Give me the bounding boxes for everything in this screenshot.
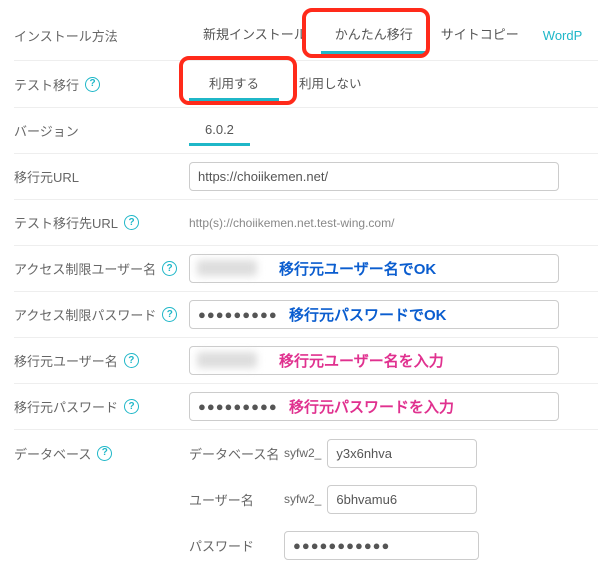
- field-src-pass: 移行元パスワードを入力: [189, 392, 598, 421]
- tab-easy-migrate[interactable]: かんたん移行: [321, 16, 427, 54]
- help-icon[interactable]: ?: [162, 261, 177, 276]
- field-install-method: 新規インストール かんたん移行 サイトコピー WordP: [189, 16, 598, 54]
- label-access-user: アクセス制限ユーザー名 ?: [14, 259, 189, 278]
- help-icon[interactable]: ?: [162, 307, 177, 322]
- help-icon[interactable]: ?: [85, 77, 100, 92]
- annotation-access-user: 移行元ユーザー名でOK: [279, 258, 436, 279]
- label-source-url: 移行元URL: [14, 167, 189, 186]
- help-icon[interactable]: ?: [124, 399, 139, 414]
- row-src-user: 移行元ユーザー名 ? 移行元ユーザー名を入力: [14, 338, 598, 384]
- tab-new-install[interactable]: 新規インストール: [189, 16, 321, 54]
- field-src-user: 移行元ユーザー名を入力: [189, 346, 598, 375]
- row-access-pass: アクセス制限パスワード ? 移行元パスワードでOK: [14, 292, 598, 338]
- row-db-pass: パスワード: [14, 522, 598, 568]
- source-url-input[interactable]: [189, 162, 559, 191]
- field-db-pass: パスワード: [189, 531, 598, 560]
- label-text: 移行元ユーザー名: [14, 351, 118, 370]
- test-dest-url-value: http(s)://choiikemen.net.test-wing.com/: [189, 216, 394, 230]
- label-text: インストール方法: [14, 26, 118, 45]
- blurred-value: [197, 352, 257, 368]
- label-install-method: インストール方法: [14, 26, 189, 45]
- annotation-src-user: 移行元ユーザー名を入力: [279, 350, 444, 371]
- label-text: 移行元URL: [14, 167, 79, 186]
- wordpress-link[interactable]: WordP: [543, 28, 583, 43]
- label-text: テスト移行: [14, 75, 79, 94]
- row-access-user: アクセス制限ユーザー名 ? 移行元ユーザー名でOK: [14, 246, 598, 292]
- annotation-access-pass: 移行元パスワードでOK: [289, 304, 447, 325]
- field-access-pass: 移行元パスワードでOK: [189, 300, 598, 329]
- field-access-user: 移行元ユーザー名でOK: [189, 254, 598, 283]
- help-icon[interactable]: ?: [124, 353, 139, 368]
- version-value: 6.0.2: [189, 116, 250, 146]
- db-pass-input[interactable]: [284, 531, 479, 560]
- field-version: 6.0.2: [189, 116, 598, 146]
- help-icon[interactable]: ?: [97, 446, 112, 461]
- label-text: データベース: [14, 444, 91, 463]
- label-src-pass: 移行元パスワード ?: [14, 397, 189, 416]
- field-db-user: ユーザー名 syfw2_: [189, 485, 598, 514]
- row-db-name: データベース ? データベース名 syfw2_: [14, 430, 598, 476]
- option-not-use[interactable]: 利用しない: [279, 67, 382, 101]
- row-source-url: 移行元URL: [14, 154, 598, 200]
- row-test-migration: テスト移行 ? 利用する 利用しない: [14, 61, 598, 108]
- label-text: アクセス制限ユーザー名: [14, 259, 156, 278]
- label-src-user: 移行元ユーザー名 ?: [14, 351, 189, 370]
- row-src-pass: 移行元パスワード ? 移行元パスワードを入力: [14, 384, 598, 430]
- db-user-input[interactable]: [327, 485, 477, 514]
- row-version: バージョン 6.0.2: [14, 108, 598, 154]
- row-install-method: インストール方法 新規インストール かんたん移行 サイトコピー WordP: [14, 10, 598, 61]
- label-test-migration: テスト移行 ?: [14, 75, 189, 94]
- field-test-migration: 利用する 利用しない: [189, 67, 598, 101]
- tab-site-copy[interactable]: サイトコピー: [427, 16, 533, 54]
- sublabel-db-pass: パスワード: [189, 536, 284, 555]
- annotation-src-pass: 移行元パスワードを入力: [289, 396, 454, 417]
- label-database: データベース ?: [14, 444, 189, 463]
- sublabel-db-user: ユーザー名: [189, 490, 284, 509]
- label-access-pass: アクセス制限パスワード ?: [14, 305, 189, 324]
- field-source-url: [189, 162, 598, 191]
- label-version: バージョン: [14, 121, 189, 140]
- label-text: バージョン: [14, 121, 79, 140]
- row-test-dest-url: テスト移行先URL ? http(s)://choiikemen.net.tes…: [14, 200, 598, 246]
- label-text: アクセス制限パスワード: [14, 305, 156, 324]
- option-use[interactable]: 利用する: [189, 67, 279, 101]
- db-prefix: syfw2_: [284, 492, 321, 506]
- sublabel-db-name: データベース名: [189, 444, 284, 463]
- row-db-user: ユーザー名 syfw2_: [14, 476, 598, 522]
- help-icon[interactable]: ?: [124, 215, 139, 230]
- db-prefix: syfw2_: [284, 446, 321, 460]
- db-name-input[interactable]: [327, 439, 477, 468]
- label-text: 移行元パスワード: [14, 397, 118, 416]
- field-db-name: データベース名 syfw2_: [189, 439, 598, 468]
- field-test-dest-url: http(s)://choiikemen.net.test-wing.com/: [189, 216, 598, 230]
- label-test-dest-url: テスト移行先URL ?: [14, 213, 189, 232]
- label-text: テスト移行先URL: [14, 213, 118, 232]
- blurred-value: [197, 260, 257, 276]
